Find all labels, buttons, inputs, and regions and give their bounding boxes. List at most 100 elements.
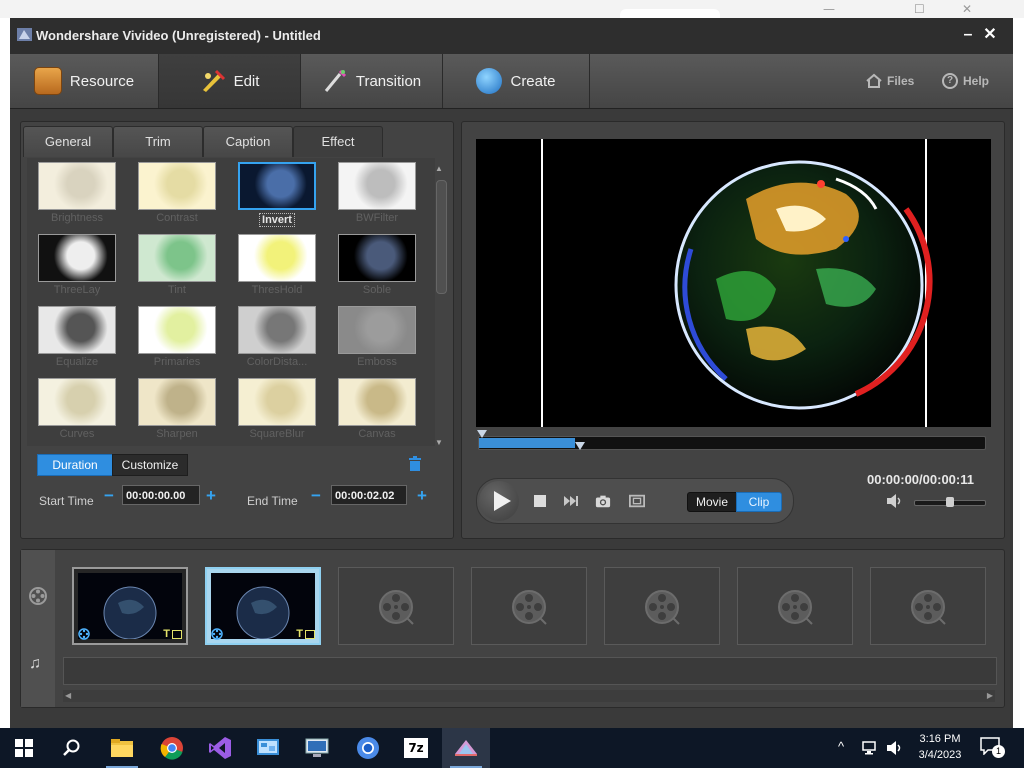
seek-end-marker[interactable]	[575, 442, 585, 450]
visual-studio-button[interactable]	[196, 728, 244, 768]
effect-soble[interactable]: Soble	[337, 234, 417, 298]
taskbar: 7z ^ 3:16 PM 3/4/2023 1	[0, 728, 1024, 768]
chromium-button[interactable]	[344, 728, 392, 768]
file-explorer-button[interactable]	[98, 728, 146, 768]
timeline-scrollbar[interactable]: ◀ ▶	[63, 690, 995, 702]
stop-icon[interactable]	[532, 493, 548, 509]
effect-label: BWFilter	[355, 212, 399, 224]
video-preview[interactable]	[476, 139, 991, 427]
start-time-field[interactable]: 00:00:00.00	[122, 485, 200, 505]
effect-label: ColorDista...	[246, 356, 308, 368]
start-button[interactable]	[0, 728, 48, 768]
background-minimize-button[interactable]: —	[823, 2, 835, 16]
seek-bar[interactable]	[478, 436, 986, 450]
empty-clip-slot[interactable]	[737, 567, 853, 645]
effect-equalize[interactable]: Equalize	[37, 306, 117, 370]
snapshot-icon[interactable]	[595, 493, 611, 509]
scroll-up-icon[interactable]: ▲	[435, 164, 443, 173]
start-time-increase[interactable]: +	[206, 487, 216, 504]
background-maximize-button[interactable]: ☐	[914, 2, 925, 16]
tab-edit[interactable]: Edit	[159, 54, 300, 108]
end-time-decrease[interactable]: −	[311, 487, 321, 504]
network-icon[interactable]	[862, 740, 880, 756]
vivideo-taskbar-button[interactable]	[442, 728, 490, 768]
empty-clip-slot[interactable]	[870, 567, 986, 645]
end-time-field[interactable]: 00:00:02.02	[331, 485, 407, 505]
effect-label: Sharpen	[156, 428, 198, 440]
scroll-right-icon[interactable]: ▶	[987, 691, 993, 700]
tab-resource[interactable]: Resource	[10, 54, 158, 108]
tab-create[interactable]: Create	[443, 54, 589, 108]
start-time-decrease[interactable]: −	[104, 487, 114, 504]
scroll-down-icon[interactable]: ▼	[435, 438, 443, 447]
duration-button[interactable]: Duration	[37, 454, 113, 476]
effect-sharpen[interactable]: Sharpen	[137, 378, 217, 442]
effect-contrast[interactable]: Contrast	[137, 162, 217, 226]
effect-invert[interactable]: Invert	[237, 162, 317, 227]
tray-overflow-icon[interactable]: ^	[838, 739, 844, 754]
scroll-thumb[interactable]	[436, 180, 447, 294]
scroll-left-icon[interactable]: ◀	[65, 691, 71, 700]
next-frame-icon[interactable]	[563, 493, 579, 509]
background-window-titlebar: — ☐ ✕	[0, 0, 1024, 18]
help-icon: ?	[942, 73, 958, 89]
7zip-button[interactable]: 7z	[392, 728, 440, 768]
effect-thumbnail	[338, 306, 416, 354]
effect-bwfilter[interactable]: BWFilter	[337, 162, 417, 226]
effect-emboss[interactable]: Emboss	[337, 306, 417, 370]
effect-thumbnail	[138, 306, 216, 354]
effect-threshold[interactable]: ThresHold	[237, 234, 317, 298]
background-close-button[interactable]: ✕	[962, 2, 972, 16]
effect-primaries[interactable]: Primaries	[137, 306, 217, 370]
tab-transition[interactable]: Transition	[301, 54, 442, 108]
effect-curves[interactable]: Curves	[37, 378, 117, 442]
effect-threelay[interactable]: ThreeLay	[37, 234, 117, 298]
effect-thumbnail	[338, 162, 416, 210]
chrome-button[interactable]	[148, 728, 196, 768]
effect-label: Emboss	[357, 356, 397, 368]
tab-caption[interactable]: Caption	[203, 126, 293, 157]
effect-canvas[interactable]: Canvas	[337, 378, 417, 442]
effect-colordista[interactable]: ColorDista...	[237, 306, 317, 370]
effect-label: ThreeLay	[53, 284, 101, 296]
effect-squareblur[interactable]: SquareBlur	[237, 378, 317, 442]
clip-mode-button[interactable]: Clip	[736, 492, 782, 512]
customize-button[interactable]: Customize	[112, 454, 188, 476]
volume-slider[interactable]	[914, 497, 986, 507]
files-button[interactable]: Files	[865, 54, 914, 108]
remote-desktop-icon	[305, 738, 329, 757]
empty-clip-slot[interactable]	[604, 567, 720, 645]
tab-trim[interactable]: Trim	[113, 126, 203, 157]
control-panel-button[interactable]	[244, 728, 292, 768]
control-panel-icon	[257, 739, 279, 755]
clock[interactable]: 3:16 PM 3/4/2023	[912, 731, 968, 763]
volume-icon[interactable]	[886, 493, 904, 509]
effects-scrollbar[interactable]: ▲ ▼	[433, 162, 447, 447]
empty-clip-slot[interactable]	[338, 567, 454, 645]
audio-track[interactable]	[63, 657, 997, 685]
effect-thumbnail	[138, 378, 216, 426]
help-button[interactable]: ? Help	[942, 54, 989, 108]
remote-desktop-button[interactable]	[294, 728, 342, 768]
speaker-icon[interactable]	[886, 740, 904, 756]
trash-icon[interactable]	[407, 456, 423, 472]
seek-start-marker[interactable]	[477, 430, 487, 438]
effect-tint[interactable]: Tint	[137, 234, 217, 298]
effect-label: Equalize	[55, 356, 99, 368]
tab-general[interactable]: General	[23, 126, 113, 157]
tab-resource-label: Resource	[69, 72, 135, 90]
end-time-increase[interactable]: +	[417, 487, 427, 504]
close-button[interactable]: ✕	[980, 24, 1000, 46]
fullscreen-icon[interactable]	[629, 493, 645, 509]
notification-button[interactable]: 1	[980, 737, 1005, 759]
minimize-button[interactable]: –	[958, 24, 978, 46]
play-button[interactable]	[479, 481, 519, 521]
clip-thumbnail[interactable]: T	[205, 567, 321, 645]
movie-mode-button[interactable]: Movie	[687, 492, 737, 512]
empty-clip-slot[interactable]	[471, 567, 587, 645]
search-button[interactable]	[48, 728, 96, 768]
clip-thumbnail[interactable]: T	[72, 567, 188, 645]
tab-effect[interactable]: Effect	[293, 126, 383, 157]
volume-knob[interactable]	[946, 497, 954, 507]
effect-brightness[interactable]: Brightness	[37, 162, 117, 226]
